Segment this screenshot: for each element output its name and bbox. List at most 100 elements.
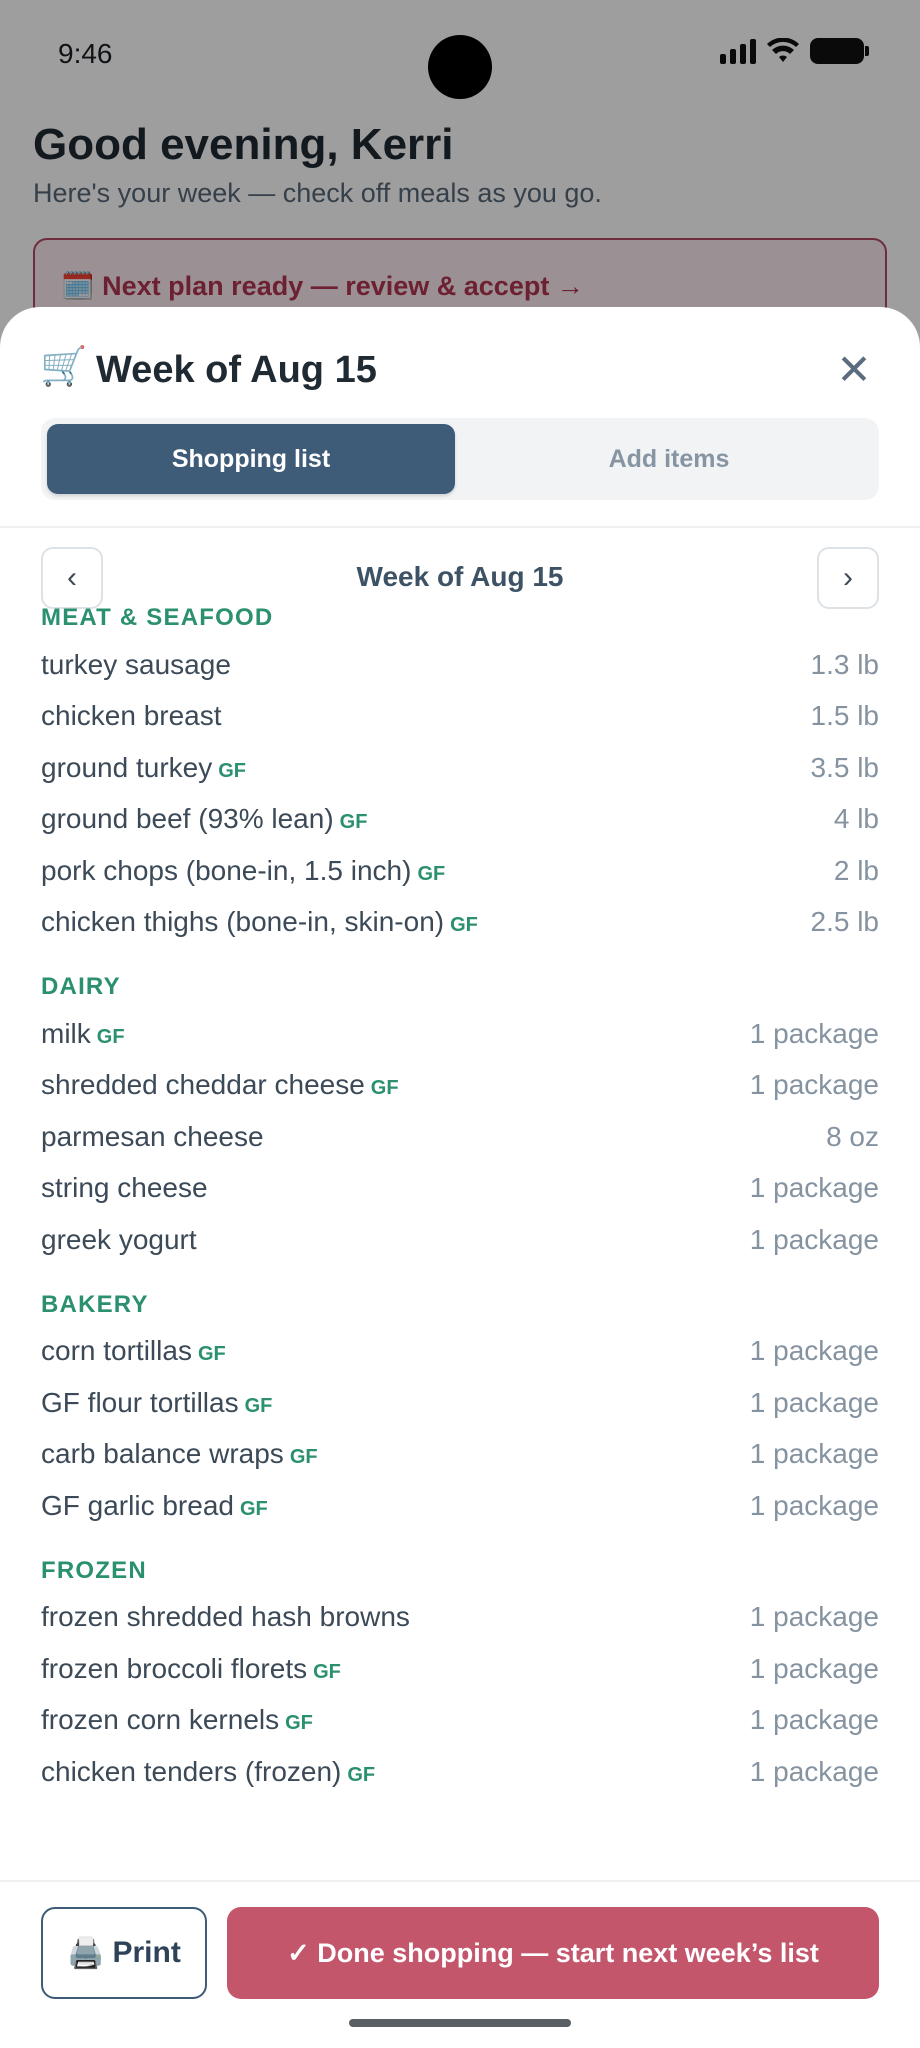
printer-icon: 🖨️ [67, 1936, 105, 1970]
gluten-free-badge: GF [339, 811, 368, 834]
shopping-list-sheet: 🛒 Week of Aug 15 ✕ Shopping list Add ite… [0, 307, 920, 2048]
item-name: greek yogurt [41, 1224, 197, 1256]
item-quantity: 4 lb [833, 803, 879, 835]
item-quantity: 3.5 lb [810, 751, 880, 783]
item-label: parmesan cheese [41, 1120, 264, 1152]
item-name: corn tortillas GF [41, 1335, 226, 1367]
list-item[interactable]: parmesan cheese 8 oz [0, 1111, 920, 1163]
item-name: GF flour tortillas GF [41, 1387, 272, 1419]
gluten-free-badge: GF [417, 862, 446, 885]
gluten-free-badge: GF [347, 1763, 376, 1786]
list-item[interactable]: ground turkey GF 3.5 lb [0, 742, 920, 794]
list-item[interactable]: pork chops (bone-in, 1.5 inch) GF 2 lb [0, 845, 920, 897]
item-label: corn tortillas [41, 1335, 192, 1367]
print-label: Print [112, 1936, 181, 1969]
item-label: milk [41, 1017, 91, 1049]
item-quantity: 1 package [749, 1017, 879, 1049]
list-item[interactable]: GF garlic bread GF 1 package [0, 1480, 920, 1532]
week-label: Week of Aug 15 [356, 561, 564, 592]
done-shopping-button[interactable]: ✓ Done shopping — start next week’s list [227, 1907, 879, 1999]
item-quantity: 1 package [749, 1601, 879, 1633]
gluten-free-badge: GF [239, 1497, 268, 1520]
item-name: ground beef (93% lean) GF [41, 803, 367, 835]
list-section: FROZEN frozen shredded hash browns 1 packa… [0, 1550, 920, 1798]
done-shopping-label: ✓ Done shopping — start next week’s list [287, 1937, 819, 1968]
item-name: frozen corn kernels GF [41, 1704, 313, 1736]
item-quantity: 1 package [749, 1438, 879, 1470]
chevron-right-icon: › [843, 561, 853, 594]
footer-divider [0, 1880, 920, 1882]
item-quantity: 1 package [749, 1386, 879, 1418]
list-item[interactable]: carb balance wraps GF 1 package [0, 1429, 920, 1481]
item-name: turkey sausage [41, 649, 231, 681]
item-name: GF garlic bread GF [41, 1490, 268, 1522]
item-name: parmesan cheese [41, 1121, 264, 1153]
item-label: pork chops (bone-in, 1.5 inch) [41, 854, 412, 886]
list-item[interactable]: chicken thighs (bone-in, skin-on) GF 2.5 l… [0, 897, 920, 949]
item-label: chicken breast [41, 700, 222, 732]
list-item[interactable]: GF flour tortillas GF 1 package [0, 1377, 920, 1429]
item-name: frozen shredded hash browns [41, 1601, 410, 1633]
list-item[interactable]: chicken tenders (frozen) GF 1 package [0, 1746, 920, 1798]
gluten-free-badge: GF [244, 1394, 273, 1417]
list-item[interactable]: milk GF 1 package [0, 1008, 920, 1060]
item-name: chicken tenders (frozen) GF [41, 1756, 375, 1788]
item-quantity: 1 package [749, 1335, 879, 1367]
tab-add-items[interactable]: Add items [465, 424, 873, 494]
item-label: greek yogurt [41, 1223, 197, 1255]
item-label: frozen corn kernels [41, 1704, 280, 1736]
item-quantity: 1 package [749, 1489, 879, 1521]
item-label: turkey sausage [41, 648, 231, 680]
gluten-free-badge: GF [96, 1025, 125, 1048]
item-label: ground beef (93% lean) [41, 803, 334, 835]
gluten-free-badge: GF [370, 1077, 399, 1100]
print-button[interactable]: 🖨️ Print [41, 1907, 207, 1999]
home-indicator[interactable] [349, 2019, 571, 2027]
gluten-free-badge: GF [313, 1660, 341, 1683]
gluten-free-badge: GF [450, 914, 478, 937]
list-section: MEAT & SEAFOOD turkey sausage 1.3 lb chicke… [0, 597, 920, 966]
list-item[interactable]: frozen corn kernels GF 1 package [0, 1695, 920, 1747]
item-name: frozen broccoli florets GF [41, 1653, 341, 1685]
close-icon: ✕ [836, 345, 872, 393]
section-title: FROZEN [41, 1556, 147, 1584]
item-quantity: 1.5 lb [810, 700, 880, 732]
list-item[interactable]: chicken breast 1.5 lb [0, 691, 920, 743]
tab-shopping-list[interactable]: Shopping list [47, 424, 455, 494]
item-label: carb balance wraps [41, 1438, 284, 1470]
list-item[interactable]: frozen shredded hash browns 1 package [0, 1592, 920, 1644]
item-quantity: 1 package [749, 1172, 879, 1204]
item-label: ground turkey [41, 751, 213, 783]
list-item[interactable]: string cheese 1 package [0, 1163, 920, 1215]
gluten-free-badge: GF [289, 1446, 318, 1469]
list-item[interactable]: shredded cheddar cheese GF 1 package [0, 1060, 920, 1112]
item-name: string cheese [41, 1172, 208, 1204]
section-title: DAIRY [41, 973, 121, 1000]
close-button[interactable]: ✕ [832, 345, 876, 393]
gluten-free-badge: GF [285, 1712, 313, 1735]
item-label: GF flour tortillas [41, 1386, 239, 1418]
list-item[interactable]: greek yogurt 1 package [0, 1214, 920, 1266]
item-name: chicken thighs (bone-in, skin-on) GF [41, 906, 478, 938]
list-item[interactable]: ground beef (93% lean) GF 4 lb [0, 794, 920, 846]
item-name: carb balance wraps GF [41, 1438, 318, 1470]
item-quantity: 1 package [749, 1069, 879, 1101]
list-item[interactable]: frozen broccoli florets GF 1 package [0, 1643, 920, 1695]
item-label: GF garlic bread [41, 1489, 234, 1521]
item-quantity: 1 package [749, 1755, 879, 1787]
shopping-cart-icon: 🛒 [40, 346, 88, 388]
list-item[interactable]: turkey sausage 1.3 lb [0, 639, 920, 691]
list-section: DAIRY milk GF 1 package shredded cheddar che… [0, 966, 920, 1284]
tab-switcher: Shopping list Add items [41, 418, 879, 500]
list-item[interactable]: corn tortillas GF 1 package [0, 1326, 920, 1378]
section-title: MEAT & SEAFOOD [41, 604, 274, 631]
header-divider [0, 526, 920, 528]
item-label: string cheese [41, 1172, 208, 1204]
item-label: frozen broccoli florets [41, 1652, 308, 1684]
item-name: ground turkey GF [41, 752, 246, 784]
gluten-free-badge: GF [197, 1343, 226, 1366]
item-quantity: 1 package [749, 1704, 879, 1736]
